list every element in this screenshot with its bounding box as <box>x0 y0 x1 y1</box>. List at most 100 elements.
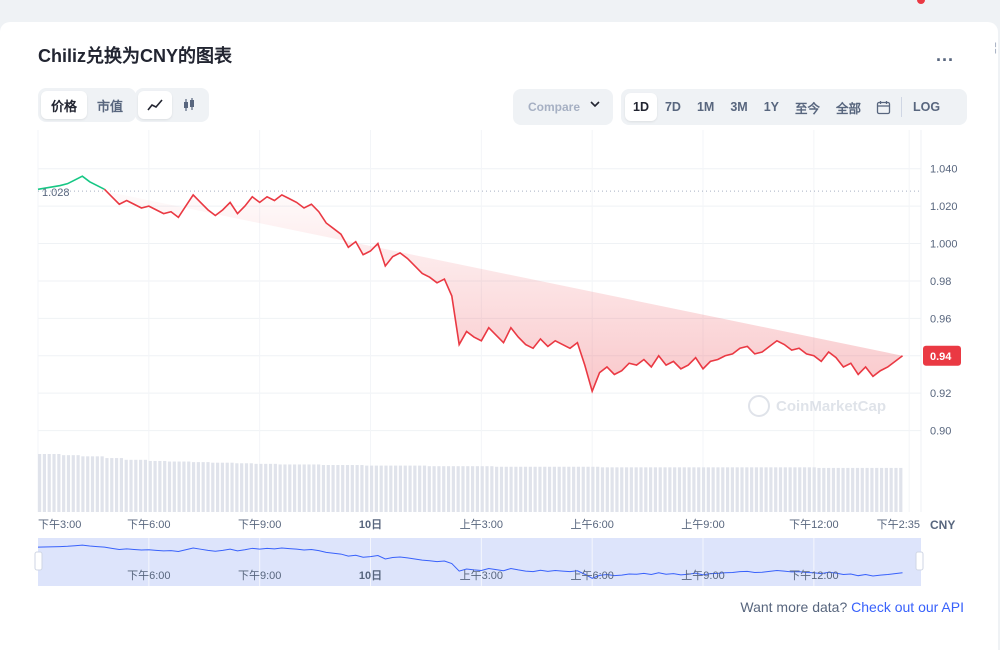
volume-bar <box>345 465 350 512</box>
volume-bar <box>292 464 297 512</box>
volume-bar <box>158 460 162 512</box>
volume-bar <box>701 467 706 512</box>
volume-bar <box>509 466 513 512</box>
volume-bar <box>851 467 855 512</box>
volume-bar <box>336 465 340 512</box>
volume-bar <box>475 466 480 512</box>
volume-bar <box>754 467 759 512</box>
volume-bar <box>610 467 614 512</box>
x-tick-label: 上午6:00 <box>570 518 613 531</box>
volume-bar <box>456 466 460 512</box>
volume-bar <box>321 465 326 512</box>
volume-bar <box>745 467 749 512</box>
volume-bar <box>817 467 821 512</box>
volume-bar <box>90 456 95 512</box>
volume-bar <box>278 464 282 512</box>
volume-bar <box>596 466 600 512</box>
volume-bar <box>461 466 465 512</box>
volume-bar <box>403 465 407 512</box>
volume-bar <box>841 467 845 512</box>
volume-bar <box>57 454 61 512</box>
volume-bar <box>442 466 446 512</box>
volume-bar <box>427 466 431 512</box>
volume-bar <box>605 467 609 512</box>
volume-bar <box>177 461 181 512</box>
navigator-handle-right[interactable] <box>915 551 924 571</box>
volume-bar <box>211 462 215 512</box>
volume-bar <box>350 465 354 512</box>
volume-bar <box>846 467 850 512</box>
volume-bar <box>259 463 263 512</box>
volume-bar <box>663 467 667 512</box>
volume-bar <box>422 465 427 512</box>
volume-bar <box>692 467 696 512</box>
watermark-text: CoinMarketCap <box>776 398 886 415</box>
volume-bar <box>196 462 200 512</box>
x-tick-label: 下午6:00 <box>127 518 170 531</box>
coinmarketcap-logo-icon <box>748 395 770 417</box>
volume-bar <box>485 466 489 512</box>
y-tick-label: 0.92 <box>930 388 951 400</box>
volume-bar <box>706 467 710 512</box>
volume-bar <box>244 463 249 512</box>
volume-bar <box>523 466 528 512</box>
y-tick-label: 0.98 <box>930 276 951 288</box>
price-area-fill <box>104 191 903 392</box>
volume-bar <box>365 465 369 512</box>
volume-bar <box>774 467 778 512</box>
volume-bar <box>586 466 590 512</box>
navigator-tick-label: 上午9:00 <box>681 569 724 582</box>
volume-bar <box>341 465 345 512</box>
volume-bar <box>413 465 417 512</box>
volume-bar <box>615 467 619 512</box>
volume-bar <box>490 466 494 512</box>
volume-bar <box>62 455 66 512</box>
volume-bar <box>788 467 792 512</box>
volume-bar <box>543 466 547 512</box>
volume-bar <box>119 458 123 512</box>
volume-bar <box>735 467 739 512</box>
price-chart[interactable]: 1.040 1.020 1.000 0.98 0.96 0.94 0.92 0.90 1.028… <box>0 0 1000 650</box>
navigator-tick-label: 下午12:00 <box>789 569 839 582</box>
volume-bar <box>547 466 552 512</box>
volume-bar <box>519 466 523 512</box>
x-tick-label: 下午12:00 <box>789 518 839 531</box>
volume-bar <box>538 466 542 512</box>
navigator-handle-left[interactable] <box>34 551 43 571</box>
volume-bar <box>114 458 119 512</box>
volume-bar <box>697 467 701 512</box>
navigator-tick-label: 上午6:00 <box>570 569 613 582</box>
volume-bar <box>649 467 653 512</box>
volume-bar <box>360 465 364 512</box>
volume-bar <box>725 467 730 512</box>
volume-bar <box>446 466 451 512</box>
volume-bar <box>182 461 186 512</box>
currency-label: CNY <box>930 518 955 532</box>
y-tick-label: 1.040 <box>930 164 958 176</box>
volume-bar <box>730 467 734 512</box>
volume-bar <box>711 467 715 512</box>
volume-bar <box>384 465 388 512</box>
volume-bar <box>620 467 624 512</box>
volume-bar <box>110 458 114 512</box>
navigator-tick-label: 下午9:00 <box>238 569 281 582</box>
volume-bar <box>38 454 42 512</box>
volume-bar <box>297 464 301 512</box>
x-tick-label: 上午9:00 <box>681 518 724 531</box>
volume-bar <box>591 466 595 512</box>
volume-bar <box>47 454 51 512</box>
volume-bar <box>504 466 508 512</box>
volume-bar <box>860 467 864 512</box>
volume-bar <box>163 460 167 512</box>
volume-bar <box>480 466 484 512</box>
volume-bar <box>326 465 330 512</box>
volume-bar <box>827 467 831 512</box>
volume-bar <box>317 464 321 512</box>
volume-bar <box>52 454 56 512</box>
volume-bar <box>750 467 754 512</box>
volume-bar <box>668 467 672 512</box>
volume-bar <box>307 464 311 512</box>
volume-bar <box>466 466 470 512</box>
volume-bar <box>894 467 898 512</box>
volume-bar <box>557 466 561 512</box>
